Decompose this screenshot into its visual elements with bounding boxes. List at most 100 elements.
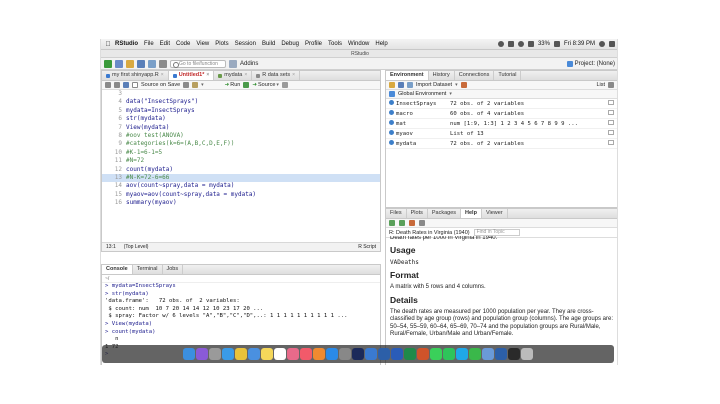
outline-icon[interactable] <box>281 82 288 88</box>
search-icon[interactable] <box>183 82 190 88</box>
status-icon[interactable] <box>497 41 504 47</box>
wand-icon[interactable] <box>192 82 199 88</box>
code-line[interactable]: 10 #K-1=6-1=5 <box>102 149 380 157</box>
chevron-down-icon[interactable]: ▾ <box>201 82 204 88</box>
facetime-icon[interactable] <box>469 348 481 360</box>
tab-terminal[interactable]: Terminal <box>133 265 163 274</box>
tab-jobs[interactable]: Jobs <box>163 265 184 274</box>
menu-profile[interactable]: Profile <box>305 41 322 47</box>
volume-icon[interactable] <box>527 41 534 47</box>
expand-icon[interactable] <box>386 100 396 107</box>
menu-list-icon[interactable] <box>609 41 615 47</box>
preview-icon[interactable] <box>482 348 494 360</box>
tab-mydata[interactable]: mydata × <box>214 71 253 80</box>
grid-icon[interactable] <box>229 59 237 68</box>
forward-icon[interactable] <box>399 220 405 226</box>
view-data-icon[interactable] <box>604 100 617 107</box>
close-icon[interactable]: × <box>206 71 209 80</box>
code-line[interactable]: 12 count(mydata) <box>102 166 380 174</box>
goto-file-input[interactable]: Go to file/function <box>170 59 226 68</box>
menu-code[interactable]: Code <box>176 41 190 47</box>
menu-window[interactable]: Window <box>348 41 369 47</box>
calendar-icon[interactable] <box>274 348 286 360</box>
addins-menu[interactable]: Addins <box>240 61 258 67</box>
code-line[interactable]: 15 myaov=aov(count~spray,data = mydata) <box>102 191 380 199</box>
mail-icon[interactable] <box>248 348 260 360</box>
save-icon[interactable] <box>398 82 404 88</box>
expand-icon[interactable] <box>386 140 396 147</box>
chevron-down-icon[interactable]: ▾ <box>449 91 452 97</box>
tab-history[interactable]: History <box>429 71 455 80</box>
tab-untitled1[interactable]: Untitled1* × <box>168 71 215 80</box>
back-icon[interactable] <box>389 220 395 226</box>
tab-tutorial[interactable]: Tutorial <box>494 71 522 80</box>
code-line[interactable]: 11 #N=72 <box>102 157 380 165</box>
open-file-icon[interactable] <box>126 59 134 68</box>
messages-icon[interactable] <box>430 348 442 360</box>
new-file-icon[interactable] <box>104 59 112 68</box>
source-button[interactable]: ➜ Source ▾ <box>252 82 279 88</box>
photoshop-icon[interactable] <box>352 348 364 360</box>
environment-row[interactable]: macro 60 obs. of 4 variables <box>386 109 617 119</box>
environment-row[interactable]: myaov List of 13 <box>386 129 617 139</box>
battery-percent[interactable]: 33% <box>538 41 550 47</box>
tab-r-data-sets[interactable]: R data sets × <box>252 71 300 80</box>
tab-packages[interactable]: Packages <box>428 209 462 218</box>
code-line[interactable]: 6 str(mydata) <box>102 115 380 123</box>
code-line[interactable]: 14 aov(count~spray,data = mydata) <box>102 182 380 190</box>
rerun-icon[interactable] <box>243 82 250 88</box>
menu-plots[interactable]: Plots <box>215 41 228 47</box>
wifi-icon[interactable] <box>517 41 524 47</box>
menu-app-name[interactable]: RStudio <box>115 41 138 47</box>
appstore-icon[interactable] <box>326 348 338 360</box>
code-line[interactable]: 8 #oov test(ANOVA) <box>102 132 380 140</box>
menu-file[interactable]: File <box>144 41 154 47</box>
word-icon[interactable] <box>391 348 403 360</box>
menu-tools[interactable]: Tools <box>328 41 342 47</box>
menu-help[interactable]: Help <box>375 41 387 47</box>
tab-viewer[interactable]: Viewer <box>482 209 508 218</box>
scope-select[interactable]: Global Environment <box>398 91 446 97</box>
notes-icon[interactable] <box>261 348 273 360</box>
save-icon[interactable] <box>137 59 145 68</box>
print-icon[interactable] <box>159 59 167 68</box>
home-icon[interactable] <box>409 220 415 226</box>
load-icon[interactable] <box>389 82 395 88</box>
music-icon[interactable] <box>300 348 312 360</box>
siri-icon[interactable] <box>196 348 208 360</box>
search-icon[interactable] <box>599 41 605 47</box>
tab-files[interactable]: Files <box>386 209 407 218</box>
menu-debug[interactable]: Debug <box>281 41 299 47</box>
tab-plots[interactable]: Plots <box>407 209 428 218</box>
project-menu[interactable]: Project: (None) <box>566 60 617 67</box>
tab-connections[interactable]: Connections <box>455 71 495 80</box>
code-line[interactable]: 16 summary(myaov) <box>102 199 380 207</box>
apple-icon[interactable]:  <box>101 41 115 48</box>
terminal-icon[interactable] <box>508 348 520 360</box>
books-icon[interactable] <box>313 348 325 360</box>
code-editor[interactable]: 3 4 data("InsectSprays") 5 mydata=InsectSpra… <box>102 90 380 233</box>
close-icon[interactable]: × <box>161 71 164 80</box>
chrome-icon[interactable] <box>235 348 247 360</box>
menu-edit[interactable]: Edit <box>160 41 170 47</box>
close-icon[interactable]: × <box>292 71 295 80</box>
photos-icon[interactable] <box>287 348 299 360</box>
close-icon[interactable]: × <box>244 71 247 80</box>
back-icon[interactable] <box>105 82 111 88</box>
code-line[interactable]: 4 data("InsectSprays") <box>102 98 380 106</box>
finder-icon[interactable] <box>183 348 195 360</box>
view-data-icon[interactable] <box>604 120 617 127</box>
r-icon[interactable] <box>378 348 390 360</box>
tab-console[interactable]: Console <box>102 265 133 274</box>
whatsapp-icon[interactable] <box>443 348 455 360</box>
menu-build[interactable]: Build <box>262 41 275 47</box>
launchpad-icon[interactable] <box>209 348 221 360</box>
r-console-icon[interactable] <box>495 348 507 360</box>
code-line[interactable]: 7 View(mydata) <box>102 124 380 132</box>
expand-icon[interactable] <box>386 120 396 127</box>
expand-icon[interactable] <box>386 130 396 137</box>
file-type[interactable]: R Script <box>358 244 380 250</box>
source-on-save-checkbox[interactable] <box>132 82 138 88</box>
powerpoint-icon[interactable] <box>417 348 429 360</box>
save-all-icon[interactable] <box>148 59 156 68</box>
